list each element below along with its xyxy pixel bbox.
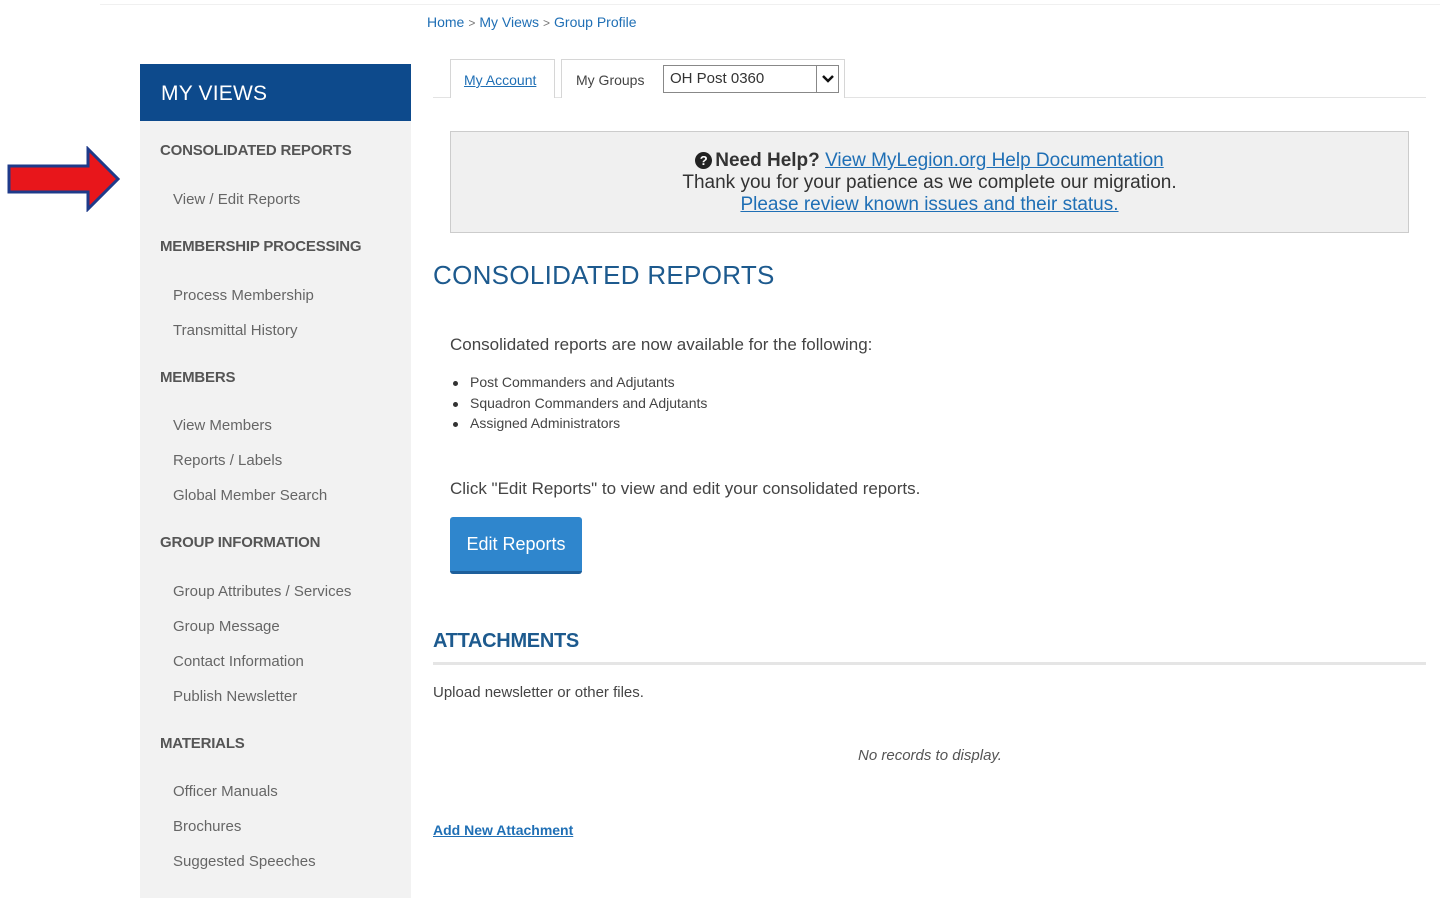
instruction-text: Click "Edit Reports" to view and edit yo…: [450, 479, 921, 498]
sidebar: MY VIEWS CONSOLIDATED REPORTS View / Edi…: [140, 64, 411, 898]
sidebar-item-suggested-speeches[interactable]: Suggested Speeches: [173, 853, 316, 870]
breadcrumb-home[interactable]: Home: [427, 14, 464, 30]
sidebar-item-view-edit-reports[interactable]: View / Edit Reports: [173, 191, 300, 208]
breadcrumb-separator: >: [468, 16, 476, 30]
section-group-information: GROUP INFORMATION: [160, 534, 321, 551]
migration-message: Thank you for your patience as we comple…: [682, 172, 1177, 193]
group-select[interactable]: OH Post 0360: [663, 65, 839, 93]
list-item: Post Commanders and Adjutants: [452, 374, 707, 395]
sidebar-item-process-membership[interactable]: Process Membership: [173, 287, 314, 304]
sidebar-title: MY VIEWS: [140, 64, 411, 121]
upload-description: Upload newsletter or other files.: [433, 684, 644, 701]
known-issues-link[interactable]: Please review known issues and their sta…: [740, 194, 1118, 215]
sidebar-item-officer-manuals[interactable]: Officer Manuals: [173, 783, 278, 800]
tab-my-account[interactable]: My Account: [450, 59, 555, 98]
sidebar-item-reports-labels[interactable]: Reports / Labels: [173, 452, 282, 469]
sidebar-item-group-attributes[interactable]: Group Attributes / Services: [173, 583, 351, 600]
empty-state-message: No records to display.: [858, 747, 1002, 764]
breadcrumb-separator: >: [543, 16, 551, 30]
chevron-down-icon[interactable]: [816, 66, 838, 92]
red-arrow-icon: [7, 146, 121, 212]
breadcrumb: Home > My Views > Group Profile: [427, 14, 637, 30]
attachments-divider: [433, 662, 1426, 665]
report-types-list: Post Commanders and Adjutants Squadron C…: [452, 374, 707, 436]
section-materials: MATERIALS: [160, 735, 245, 752]
sidebar-item-view-members[interactable]: View Members: [173, 417, 272, 434]
group-select-value: OH Post 0360: [670, 70, 765, 87]
tab-my-groups: My Groups OH Post 0360: [561, 59, 845, 98]
help-documentation-link[interactable]: View MyLegion.org Help Documentation: [825, 150, 1164, 171]
edit-reports-button[interactable]: Edit Reports: [450, 517, 582, 574]
question-circle-icon: ?: [695, 152, 713, 169]
tab-my-account-link[interactable]: My Account: [464, 72, 536, 88]
section-consolidated-reports: CONSOLIDATED REPORTS: [160, 142, 352, 159]
add-new-attachment-link[interactable]: Add New Attachment: [433, 822, 573, 838]
list-item: Assigned Administrators: [452, 415, 707, 436]
sidebar-item-brochures[interactable]: Brochures: [173, 818, 241, 835]
sidebar-item-publish-newsletter[interactable]: Publish Newsletter: [173, 688, 297, 705]
page-title: CONSOLIDATED REPORTS: [433, 260, 775, 290]
sidebar-item-transmittal-history[interactable]: Transmittal History: [173, 322, 297, 339]
sidebar-item-group-message[interactable]: Group Message: [173, 618, 280, 635]
breadcrumb-group-profile[interactable]: Group Profile: [554, 14, 636, 30]
breadcrumb-my-views[interactable]: My Views: [479, 14, 539, 30]
section-membership-processing: MEMBERSHIP PROCESSING: [160, 238, 362, 255]
help-banner: ? Need Help? View MyLegion.org Help Docum…: [450, 131, 1409, 233]
top-divider: [100, 4, 1440, 5]
sidebar-item-global-member-search[interactable]: Global Member Search: [173, 487, 327, 504]
need-help-label: Need Help?: [715, 150, 820, 171]
section-members: MEMBERS: [160, 369, 236, 386]
intro-text: Consolidated reports are now available f…: [450, 335, 873, 354]
list-item: Squadron Commanders and Adjutants: [452, 395, 707, 416]
tab-my-groups-label: My Groups: [576, 72, 645, 88]
sidebar-item-contact-information[interactable]: Contact Information: [173, 653, 304, 670]
attachments-title: ATTACHMENTS: [433, 630, 579, 652]
